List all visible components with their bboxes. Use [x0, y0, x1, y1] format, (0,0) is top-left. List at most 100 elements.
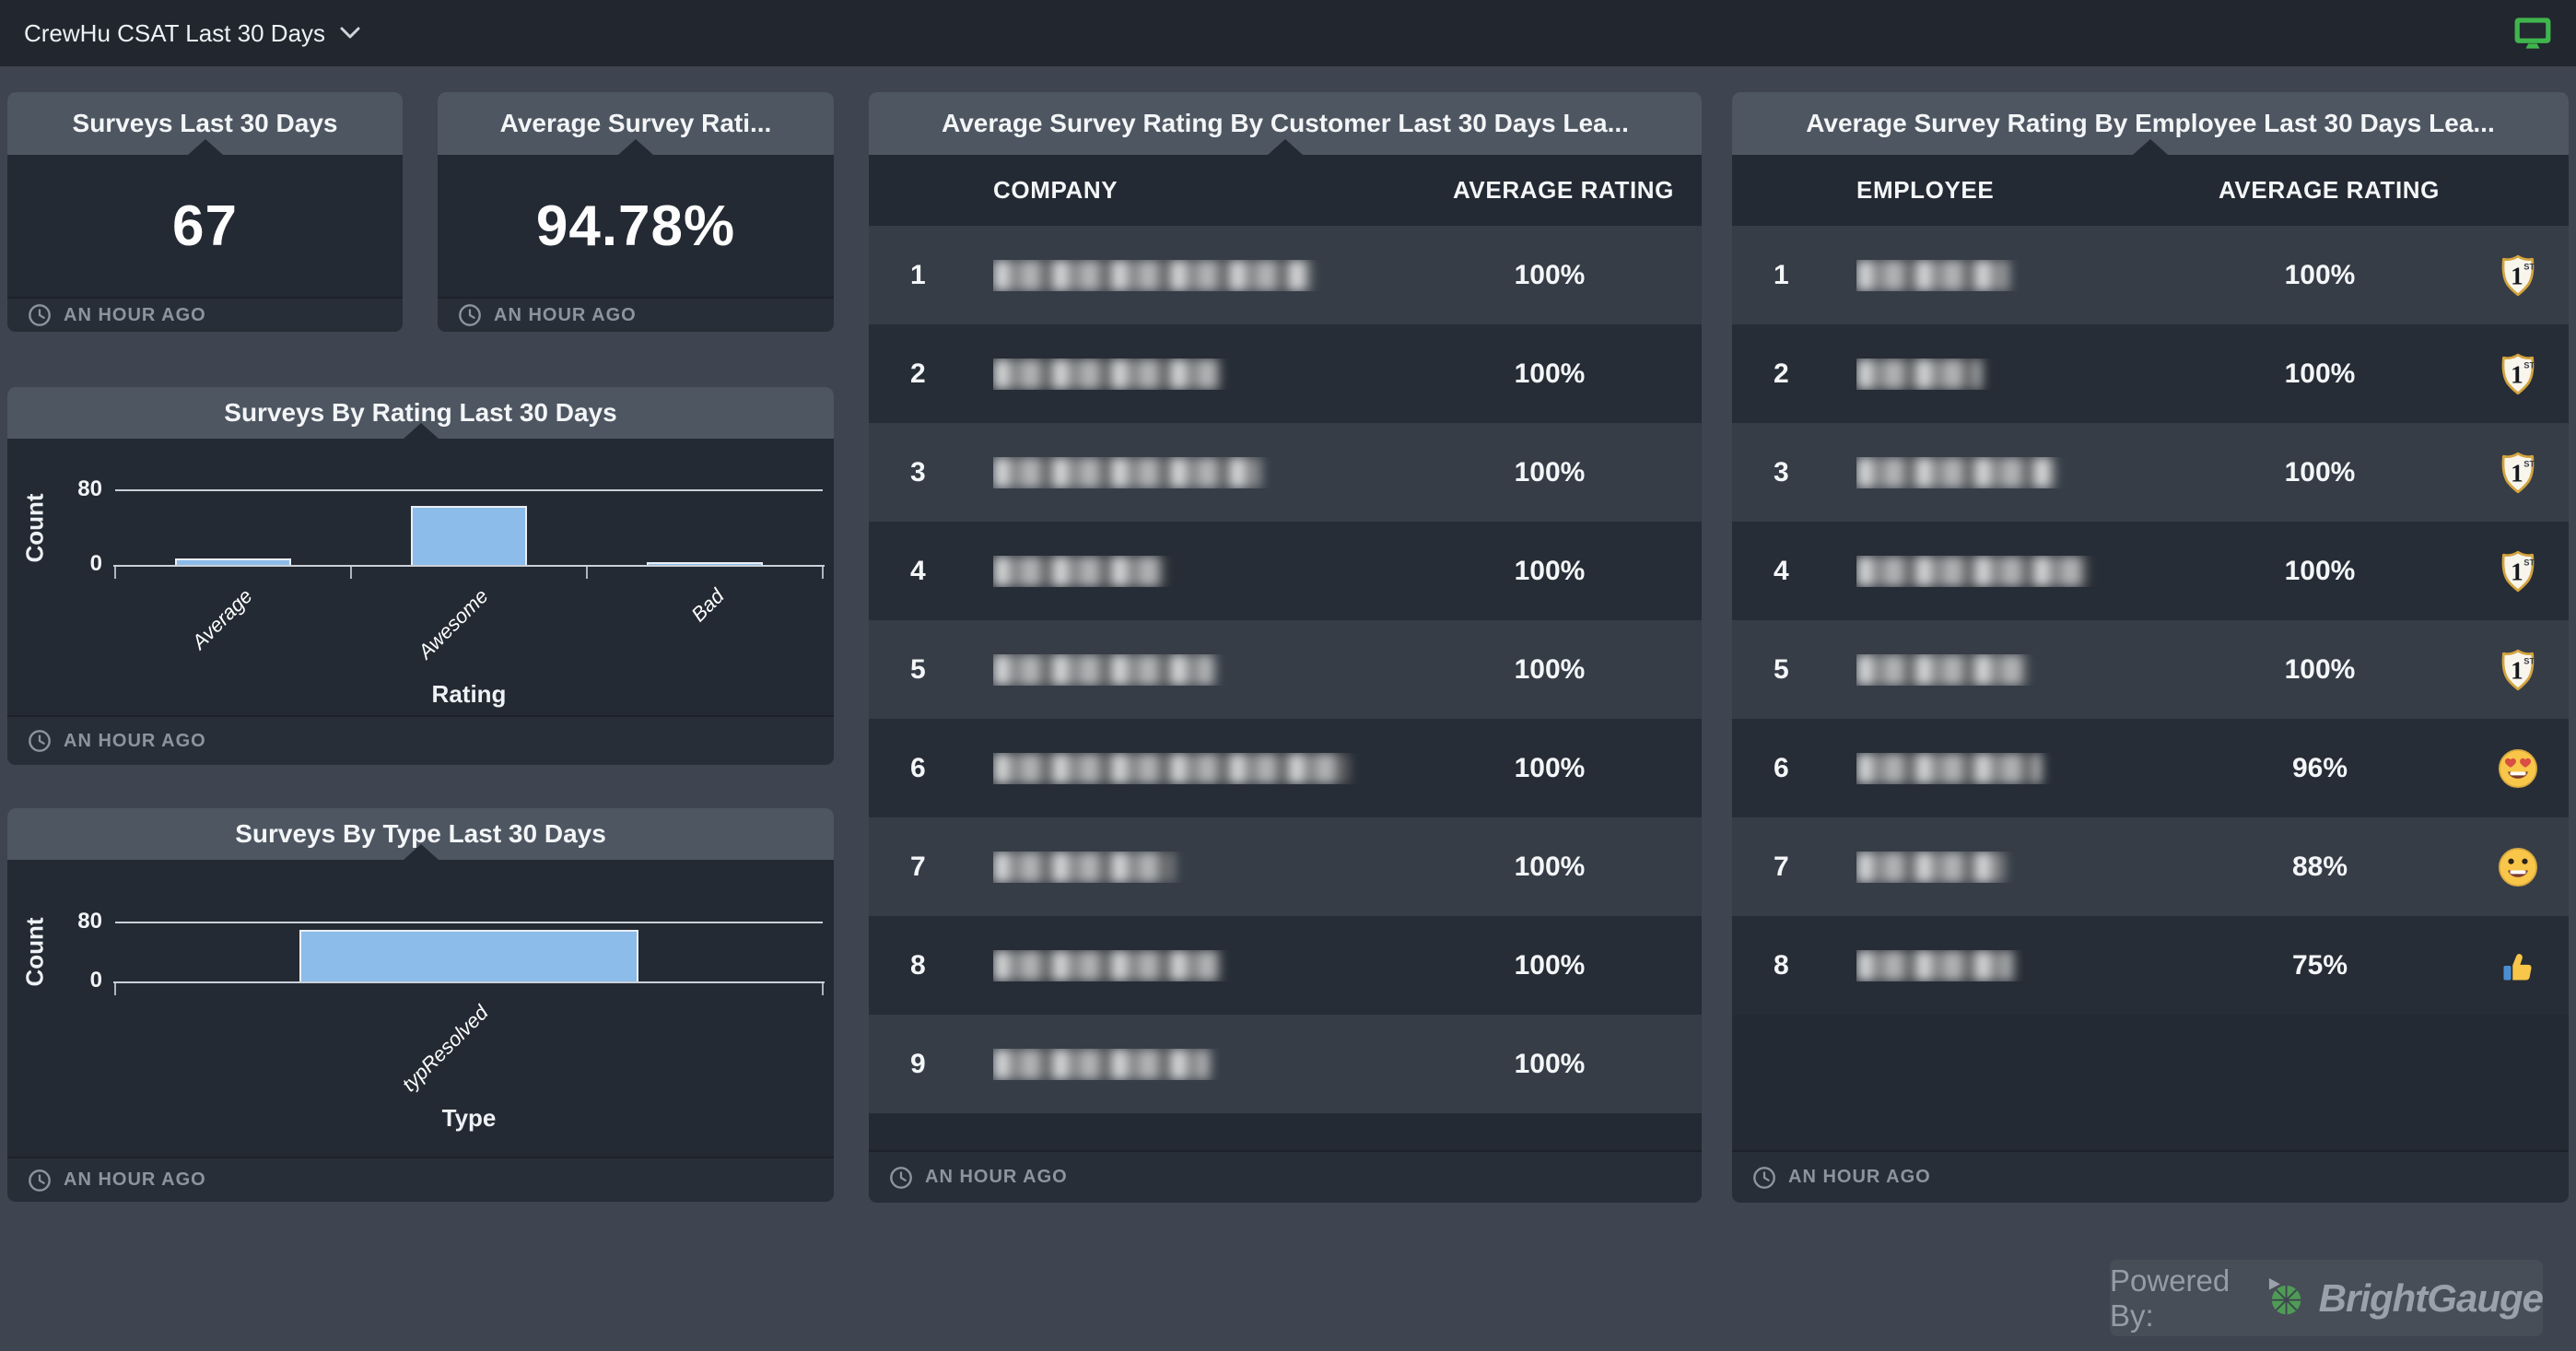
axis-tick [822, 567, 824, 579]
row-rank: 5 [869, 654, 993, 686]
redacted-name [993, 753, 1348, 784]
table-rows: 1100%2100%3100%4100%5100%6100%7100%8100%… [869, 226, 1702, 1113]
axis-tick [114, 567, 116, 579]
row-rating: 100% [2172, 556, 2467, 587]
redacted-name [993, 260, 1311, 291]
panel-header: Average Survey Rating By Customer Last 3… [869, 92, 1702, 155]
panel-footer: AN HOUR AGO [7, 1157, 834, 1202]
panel-footer: AN HOUR AGO [438, 297, 834, 332]
leaderboard-row: 2100% [869, 324, 1702, 423]
leaderboard-row: 8100% [869, 916, 1702, 1015]
header-notch [404, 423, 439, 439]
table-column-header: COMPANY AVERAGE RATING [869, 155, 1702, 226]
bar-typresolved [299, 930, 638, 981]
redacted-name [993, 457, 1260, 488]
panel-header: Average Survey Rati... [438, 92, 834, 155]
gauge-surveys-last-30-days: Surveys Last 30 Days 67 AN HOUR AGO [7, 92, 403, 332]
redacted-name [993, 556, 1164, 587]
thumbs-up-icon [2497, 944, 2539, 988]
row-rank: 7 [1732, 852, 1856, 883]
leaderboard-by-customer: Average Survey Rating By Customer Last 3… [869, 92, 1702, 1203]
header-notch [618, 139, 653, 155]
gridline-80 [115, 922, 823, 923]
redacted-name [993, 358, 1219, 390]
row-rank: 8 [1732, 950, 1856, 981]
table-column-header: EMPLOYEE AVERAGE RATING [1732, 155, 2569, 226]
leaderboard-row: 5100% [1732, 620, 2569, 719]
row-rank: 4 [1732, 556, 1856, 587]
last-updated: AN HOUR AGO [1788, 1167, 1931, 1188]
badge-1st-place-icon [2497, 352, 2539, 396]
row-rating: 88% [2172, 852, 2467, 883]
row-rank: 6 [1732, 753, 1856, 784]
row-rating: 100% [1398, 457, 1702, 488]
bar-chart: Count080AverageAwesomeBadRating [7, 439, 834, 715]
dashboard-title: CrewHu CSAT Last 30 Days [24, 19, 325, 48]
gauge-value: 67 [172, 194, 238, 259]
leaderboard-row: 6 100% [869, 719, 1702, 817]
row-rating: 100% [1398, 358, 1702, 390]
row-rank: 4 [869, 556, 993, 587]
row-rank: 3 [869, 457, 993, 488]
redacted-name [1856, 852, 2004, 883]
y-axis-title: Count [21, 493, 50, 562]
leaderboard-row: 3100% [1732, 423, 2569, 522]
axis-tick [114, 983, 116, 995]
leaderboard-row: 9 100% [869, 1015, 1702, 1113]
tv-mode-button[interactable] [2513, 17, 2552, 50]
redacted-name [1856, 950, 2013, 981]
redacted-name [1856, 753, 2041, 784]
axis-tick [822, 983, 824, 995]
column-average-rating: AVERAGE RATING [1398, 176, 1702, 205]
brightgauge-brand: BrightGauge [2319, 1276, 2543, 1321]
redacted-name [1856, 457, 2055, 488]
panel-footer: AN HOUR AGO [1732, 1150, 2569, 1203]
category-label: Average [187, 584, 257, 654]
redacted-name [1856, 358, 1981, 390]
row-rating: 100% [1398, 950, 1702, 981]
bar-chart: Count080typResolvedType [7, 860, 834, 1157]
header-notch [2133, 139, 2168, 155]
badge-1st-place-icon [2497, 648, 2539, 692]
row-rank: 6 [869, 753, 993, 784]
redacted-name [993, 1049, 1210, 1080]
leaderboard-row: 4100% [869, 522, 1702, 620]
powered-by-label: Powered By: [2110, 1263, 2251, 1333]
axis-tick [586, 567, 588, 579]
y-tick-label: 80 [56, 909, 102, 934]
leaderboard-row: 2100% [1732, 324, 2569, 423]
leaderboard-by-employee: Average Survey Rating By Employee Last 3… [1732, 92, 2569, 1203]
panel-footer: AN HOUR AGO [869, 1150, 1702, 1203]
bar-awesome [411, 506, 527, 565]
x-axis-title: Rating [432, 680, 507, 709]
leaderboard-row: 696% [1732, 719, 2569, 817]
category-label: Awesome [414, 584, 493, 664]
bar-average [175, 558, 291, 565]
gridline-80 [115, 489, 823, 491]
last-updated: AN HOUR AGO [494, 305, 637, 326]
panel-title: Average Survey Rating By Employee Last 3… [1806, 109, 2495, 138]
panel-header: Surveys By Rating Last 30 Days [7, 387, 834, 439]
brightgauge-logo-icon [2264, 1273, 2306, 1324]
powered-by-badge[interactable]: Powered By: BrightGauge [2110, 1260, 2543, 1336]
axis-tick [350, 567, 352, 579]
dashboard-switcher[interactable]: CrewHu CSAT Last 30 Days [24, 19, 360, 48]
x-axis-line [113, 981, 825, 983]
redacted-name [1856, 654, 2027, 686]
x-axis-title: Type [442, 1104, 497, 1133]
panel-footer: AN HOUR AGO [7, 715, 834, 765]
row-rating: 75% [2172, 950, 2467, 981]
leaderboard-row: 7100% [869, 817, 1702, 916]
redacted-name [1856, 556, 2087, 587]
smiley-heart-eyes-icon [2497, 746, 2539, 791]
panel-title: Average Survey Rati... [500, 109, 772, 138]
row-rating: 100% [1398, 753, 1702, 784]
row-rank: 9 [869, 1049, 993, 1080]
row-rating: 100% [2172, 260, 2467, 291]
row-rating: 100% [1398, 1049, 1702, 1080]
redacted-name [993, 852, 1173, 883]
table-rows: 1100%2100%3100%4100%5100%696%788%875% [1732, 226, 2569, 1015]
redacted-name [1856, 260, 2008, 291]
row-rank: 2 [1732, 358, 1856, 390]
leaderboard-row: 3 100% [869, 423, 1702, 522]
